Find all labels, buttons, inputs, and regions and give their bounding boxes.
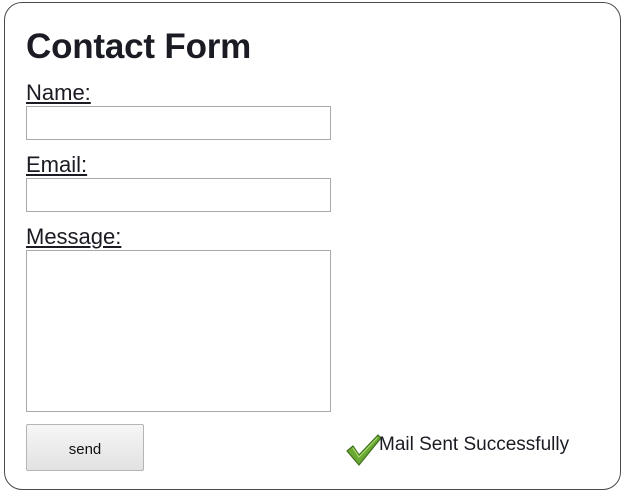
status-message: Mail Sent Successfully bbox=[345, 431, 569, 467]
status-text: Mail Sent Successfully bbox=[379, 434, 570, 455]
contact-form-card: Contact Form Name: Email: Message: send … bbox=[4, 2, 621, 490]
email-label: Email: bbox=[26, 152, 88, 177]
message-label: Message: bbox=[26, 224, 122, 249]
checkmark-icon bbox=[345, 431, 383, 467]
email-input[interactable] bbox=[26, 178, 331, 212]
name-label: Name: bbox=[26, 80, 91, 105]
form-title: Contact Form bbox=[26, 27, 252, 66]
message-textarea[interactable] bbox=[26, 250, 331, 412]
name-input[interactable] bbox=[26, 106, 331, 140]
send-button[interactable]: send bbox=[26, 424, 144, 471]
